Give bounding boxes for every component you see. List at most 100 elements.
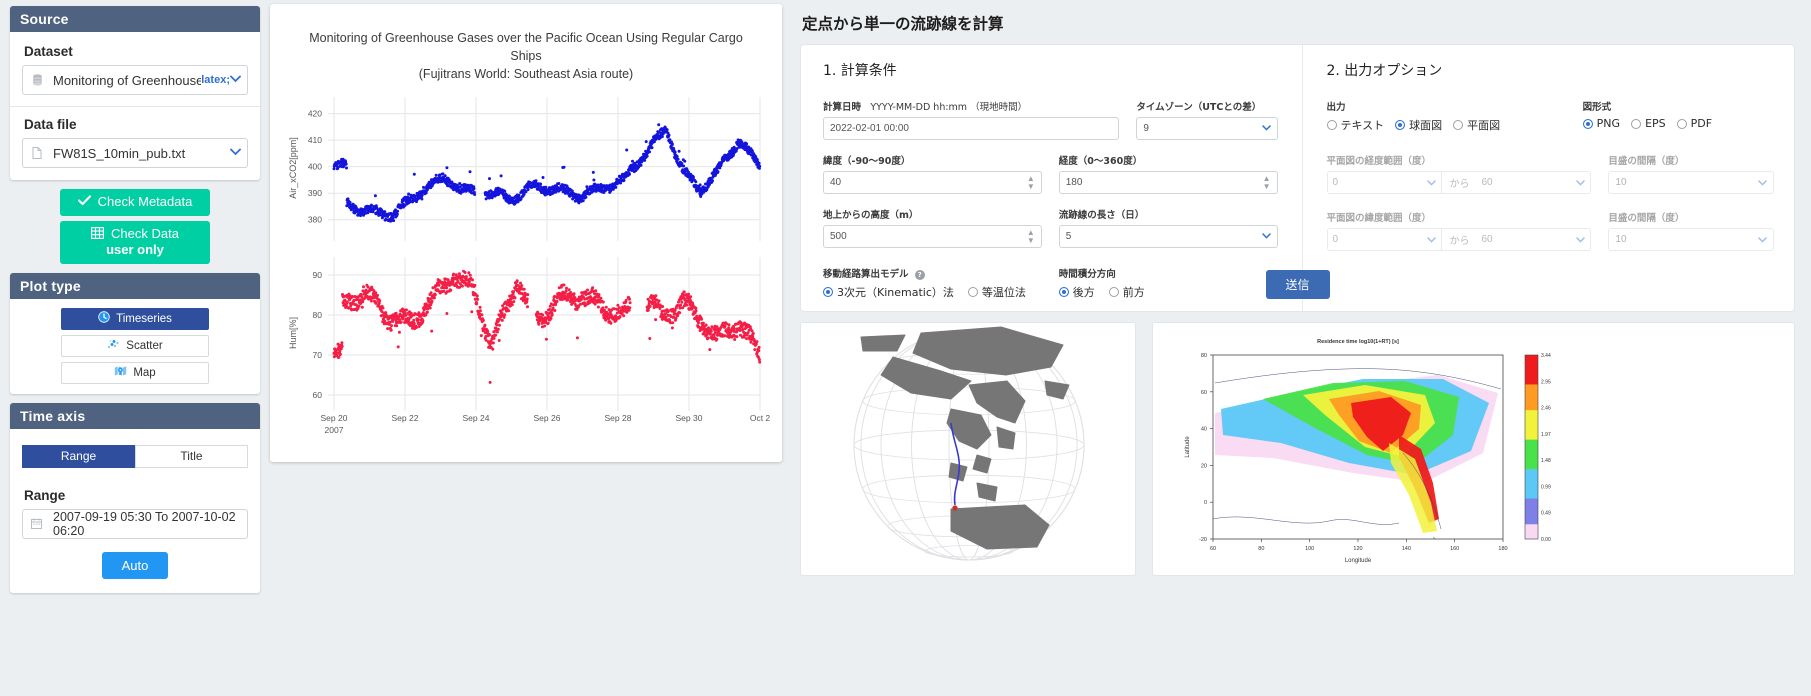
direction-option-forward-label: 前方 (1122, 286, 1145, 299)
tab-title[interactable]: Title (135, 444, 248, 468)
output-option-text[interactable]: テキスト (1326, 117, 1384, 133)
page-title: 定点から単一の流跡線を計算 (802, 15, 1004, 33)
direction-option-forward[interactable]: 前方 (1108, 284, 1145, 300)
svg-text:2.46: 2.46 (1541, 406, 1551, 412)
timezone-select[interactable]: 9 (1136, 117, 1278, 140)
latitude-stepper[interactable]: ▲ ▼ (1027, 174, 1035, 191)
svg-text:180: 180 (1498, 546, 1507, 552)
right-pane: 定点から単一の流跡線を計算 1. 計算条件 計算日時 YYYY-MM-DD hh… (782, 0, 1811, 696)
submit-button[interactable]: 送信 (1265, 270, 1330, 299)
svg-text:Residence time log10(1+RT) [s]: Residence time log10(1+RT) [s] (1317, 339, 1399, 345)
height-input[interactable]: 500 ▲ ▼ (823, 225, 1042, 248)
model-label: 移動経路算出モデル ? (823, 266, 1042, 280)
scatter-icon (107, 338, 120, 353)
svg-text:Longitude: Longitude (1345, 558, 1372, 564)
plot-type-panel: Plot type Timeseries Scatter Map (10, 272, 260, 394)
datetime-input[interactable]: 2022-02-01 00:00 (823, 117, 1120, 140)
chart-subtitle: (Fujitrans World: Southeast Asia route) (418, 66, 634, 81)
svg-text:90: 90 (313, 270, 323, 280)
format-option-eps[interactable]: EPS (1631, 117, 1666, 130)
svg-text:Sep 26: Sep 26 (534, 413, 561, 423)
format-radio-group: PNG EPS PDF (1582, 117, 1774, 130)
svg-text:Latitude: Latitude (1185, 436, 1191, 458)
longitude-stepper[interactable]: ▲ ▼ (1263, 174, 1271, 191)
lon-range-to-row1[interactable]: 60 (1476, 171, 1592, 194)
direction-option-backward[interactable]: 後方 (1058, 284, 1095, 300)
format-option-png-label: PNG (1596, 117, 1621, 130)
latitude-input[interactable]: 40 ▲ ▼ (823, 171, 1042, 194)
format-option-pdf[interactable]: PDF (1676, 117, 1713, 130)
range-input[interactable]: 2007-09-19 05:30 To 2007-10-02 06:20 (22, 508, 248, 539)
lat-range-to-value-row2: 60 (1481, 234, 1493, 245)
longitude-value: 180 (1065, 177, 1083, 188)
tab-range[interactable]: Range (22, 444, 135, 468)
direction-radio-group: 後方 前方 (1058, 284, 1278, 300)
model-option-kinematic-label: 3次元（Kinematic）法 (837, 286, 954, 299)
lat-range-between-row2: から (1442, 228, 1477, 251)
output-option-globe[interactable]: 球面図 (1395, 117, 1442, 133)
datafile-select[interactable]: FW81S_10min_pub.txt (22, 138, 248, 168)
svg-text:420: 420 (308, 109, 322, 119)
tick-interval-select-row1[interactable]: 10 (1608, 171, 1774, 194)
svg-text:Oct 2: Oct 2 (750, 413, 771, 423)
model-option-isentropic[interactable]: 等温位法 (967, 284, 1026, 300)
plot-type-map[interactable]: Map (61, 361, 209, 384)
format-option-pdf-label: PDF (1690, 117, 1713, 130)
check-data-button[interactable]: Check Data user only (60, 220, 210, 264)
direction-option-backward-label: 後方 (1072, 286, 1095, 299)
help-icon[interactable]: ? (914, 270, 925, 280)
timezone-chevron-icon (1261, 123, 1271, 134)
format-option-png[interactable]: PNG (1582, 117, 1621, 130)
svg-text:100: 100 (1305, 546, 1314, 552)
auto-button[interactable]: Auto (101, 551, 169, 579)
svg-text:140: 140 (1402, 546, 1411, 552)
longitude-input[interactable]: 180 ▲ ▼ (1058, 171, 1278, 194)
lon-range-label-row1: 平面図の経度範囲（度） (1326, 156, 1432, 167)
source-panel: Source Dataset Monitoring of Greenhouse … (10, 6, 260, 180)
dataset-select[interactable]: Monitoring of Greenhouse Gases latex; (22, 65, 248, 95)
svg-text:3.44: 3.44 (1541, 353, 1551, 359)
lat-range-from-row2[interactable]: 0 (1326, 228, 1443, 251)
map-icon (114, 365, 127, 380)
model-option-kinematic[interactable]: 3次元（Kinematic）法 (823, 284, 954, 300)
duration-chevron-icon (1261, 231, 1271, 242)
plot-type-scatter[interactable]: Scatter (61, 334, 209, 357)
svg-text:Hum[%]: Hum[%] (288, 317, 298, 349)
globe-svg (853, 326, 1085, 561)
radio-icon (1058, 287, 1069, 297)
svg-text:60: 60 (1210, 546, 1216, 552)
svg-text:2.95: 2.95 (1541, 379, 1551, 385)
lat-range-to-row2[interactable]: 60 (1476, 228, 1592, 251)
output-option-flat[interactable]: 平面図 (1453, 117, 1500, 133)
duration-select[interactable]: 5 (1058, 225, 1278, 248)
svg-text:20: 20 (1201, 463, 1207, 469)
datetime-value: 2022-02-01 00:00 (830, 123, 909, 134)
radio-icon (967, 287, 978, 297)
range-label: Range (24, 487, 66, 503)
plot-type-timeseries[interactable]: Timeseries (61, 307, 209, 330)
plot-type-title: Plot type (10, 272, 260, 299)
check-metadata-button[interactable]: Check Metadata (60, 189, 210, 216)
lon-range-row1: 0 から 60 (1326, 171, 1592, 194)
radio-icon (1676, 118, 1687, 129)
timeseries-svg: 380 390 400 410 420 Air_xCO2[ppm] 60 70 80 90 Hum[… (288, 97, 771, 435)
section2-title: 2. 出力オプション (1326, 63, 1443, 79)
tick-interval-select-row2[interactable]: 10 (1608, 228, 1774, 251)
model-radio-group: 3次元（Kinematic）法 等温位法 (823, 284, 1042, 300)
lon-range-from-row1[interactable]: 0 (1326, 171, 1443, 194)
svg-text:0.99: 0.99 (1541, 484, 1551, 490)
sidebar: Source Dataset Monitoring of Greenhouse … (0, 0, 270, 696)
datetime-label-bold: 計算日時 (823, 102, 862, 113)
svg-text:1.48: 1.48 (1541, 458, 1551, 464)
svg-text:390: 390 (308, 188, 322, 198)
duration-value: 5 (1065, 231, 1072, 242)
svg-text:Sep 30: Sep 30 (676, 413, 703, 423)
calendar-icon (31, 518, 42, 530)
model-label-text: 移動経路算出モデル (823, 269, 909, 280)
lat-range-row2: 0 から 60 (1326, 228, 1592, 251)
dataset-label: Dataset (24, 44, 73, 59)
file-icon (31, 147, 43, 159)
height-stepper[interactable]: ▲ ▼ (1027, 228, 1035, 245)
range-value: 2007-09-19 05:30 To 2007-10-02 06:20 (53, 509, 236, 538)
check-metadata-label: Check Metadata (97, 194, 193, 209)
